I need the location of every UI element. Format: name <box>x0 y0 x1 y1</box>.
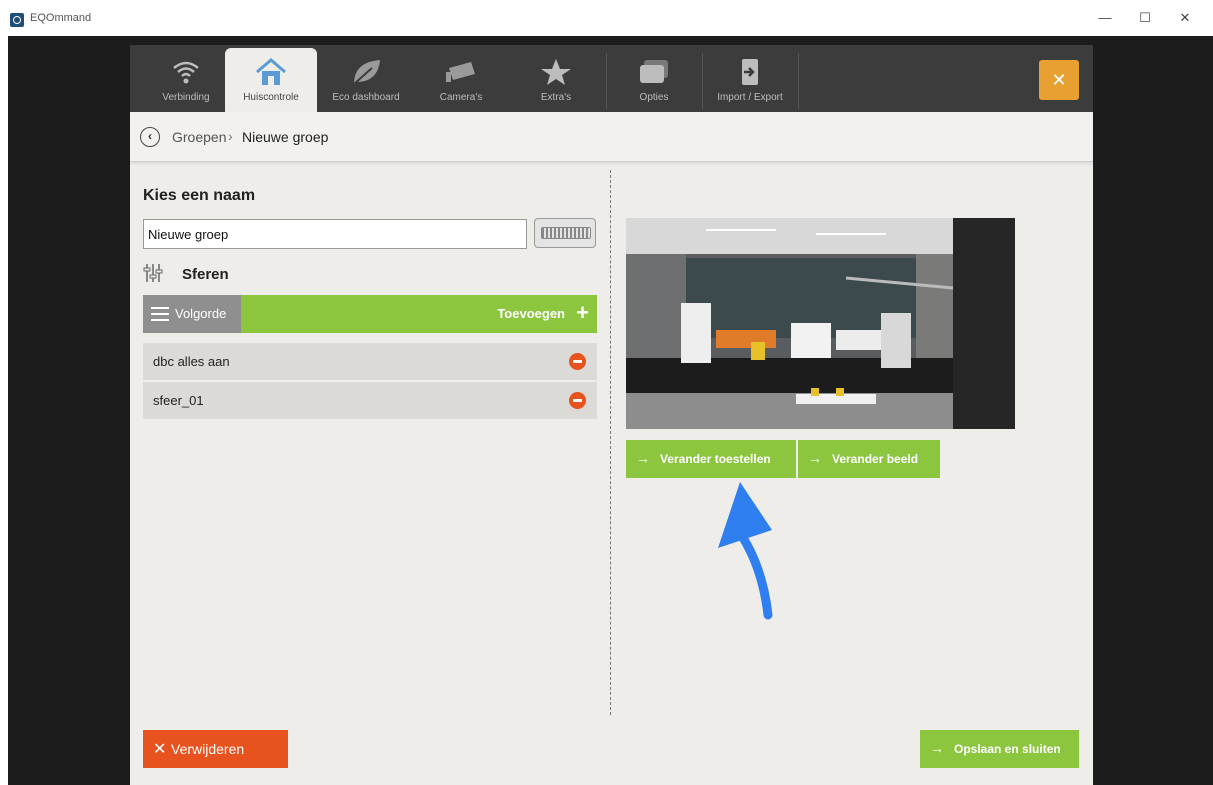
sferen-heading: Sferen <box>182 266 229 283</box>
star-icon <box>541 59 571 85</box>
add-sfeer-button[interactable]: Toevoegen + <box>241 295 597 333</box>
camera-icon <box>446 62 475 82</box>
tab-verbinding[interactable]: Verbinding <box>140 48 232 112</box>
change-image-label: Verander beeld <box>832 452 919 466</box>
arrow-right-icon: → <box>808 450 822 466</box>
menu-icon <box>151 307 169 321</box>
breadcrumb: ‹ Groepen › Nieuwe groep <box>130 112 1093 162</box>
options-icon <box>640 60 668 83</box>
column-divider <box>610 170 611 715</box>
sliders-icon <box>143 264 163 282</box>
maximize-button[interactable]: ☐ <box>1130 8 1160 28</box>
breadcrumb-current: Nieuwe groep <box>242 129 329 145</box>
window-close-button[interactable]: ✕ <box>1170 8 1200 28</box>
leaf-icon <box>353 60 380 85</box>
tab-huiscontrole[interactable]: Huiscontrole <box>225 48 317 112</box>
tab-opties[interactable]: Opties <box>608 48 700 112</box>
house-icon <box>256 58 286 85</box>
group-photo <box>626 218 1015 429</box>
os-title-bar: EQOmmand — ☐ ✕ <box>0 0 1213 36</box>
arrow-right-icon: → <box>636 450 650 466</box>
save-and-close-button[interactable]: → Opslaan en sluiten <box>920 730 1079 768</box>
sfeer-label: dbc alles aan <box>153 354 230 369</box>
remove-icon[interactable] <box>569 353 586 370</box>
remove-icon[interactable] <box>569 392 586 409</box>
keyboard-button[interactable] <box>534 218 596 248</box>
group-name-input[interactable] <box>143 219 527 249</box>
minimize-button[interactable]: — <box>1090 8 1120 28</box>
breadcrumb-groepen[interactable]: Groepen <box>172 129 226 145</box>
list-item[interactable]: dbc alles aan <box>143 343 597 380</box>
order-label: Volgorde <box>175 306 227 321</box>
keyboard-icon <box>541 227 591 239</box>
app-panel: Verbinding Huiscontrole Eco dashboard Ca… <box>130 45 1093 785</box>
tab-label: Opties <box>639 92 669 103</box>
tab-label: Import / Export <box>717 92 783 103</box>
tab-bar: Verbinding Huiscontrole Eco dashboard Ca… <box>130 45 1093 112</box>
tab-label: Verbinding <box>162 92 210 103</box>
tab-label: Huiscontrole <box>243 92 299 103</box>
tab-cameras[interactable]: Camera's <box>415 48 507 112</box>
tab-separator <box>606 53 607 109</box>
tab-label: Camera's <box>439 92 483 103</box>
app-logo-icon <box>10 13 24 27</box>
tab-separator <box>798 53 799 109</box>
change-devices-label: Verander toestellen <box>660 452 771 466</box>
tab-label: Extra's <box>540 92 572 103</box>
tab-label: Eco dashboard <box>332 92 400 103</box>
breadcrumb-separator: › <box>228 128 233 144</box>
tab-import-export[interactable]: Import / Export <box>704 48 796 112</box>
order-button[interactable]: Volgorde <box>143 295 241 333</box>
tab-eco-dashboard[interactable]: Eco dashboard <box>320 48 412 112</box>
window-title: EQOmmand <box>30 12 92 24</box>
add-label: Toevoegen <box>497 306 565 321</box>
back-button[interactable]: ‹ <box>140 127 160 147</box>
delete-button[interactable]: ✕ Verwijderen <box>143 730 288 768</box>
arrow-right-icon: → <box>930 740 944 756</box>
import-export-icon <box>742 59 758 85</box>
close-app-button[interactable]: ✕ <box>1039 60 1079 100</box>
change-image-button[interactable]: → Verander beeld <box>798 440 940 478</box>
wifi-icon <box>173 61 199 84</box>
close-icon: ✕ <box>153 741 167 758</box>
save-label: Opslaan en sluiten <box>954 742 1061 756</box>
delete-label: Verwijderen <box>171 741 245 757</box>
tab-extras[interactable]: Extra's <box>510 48 602 112</box>
plus-icon: + <box>576 300 589 325</box>
annotation-arrow <box>718 482 773 620</box>
tab-separator <box>702 53 703 109</box>
name-heading: Kies een naam <box>143 187 256 204</box>
sfeer-label: sfeer_01 <box>153 393 204 408</box>
list-item[interactable]: sfeer_01 <box>143 382 597 419</box>
